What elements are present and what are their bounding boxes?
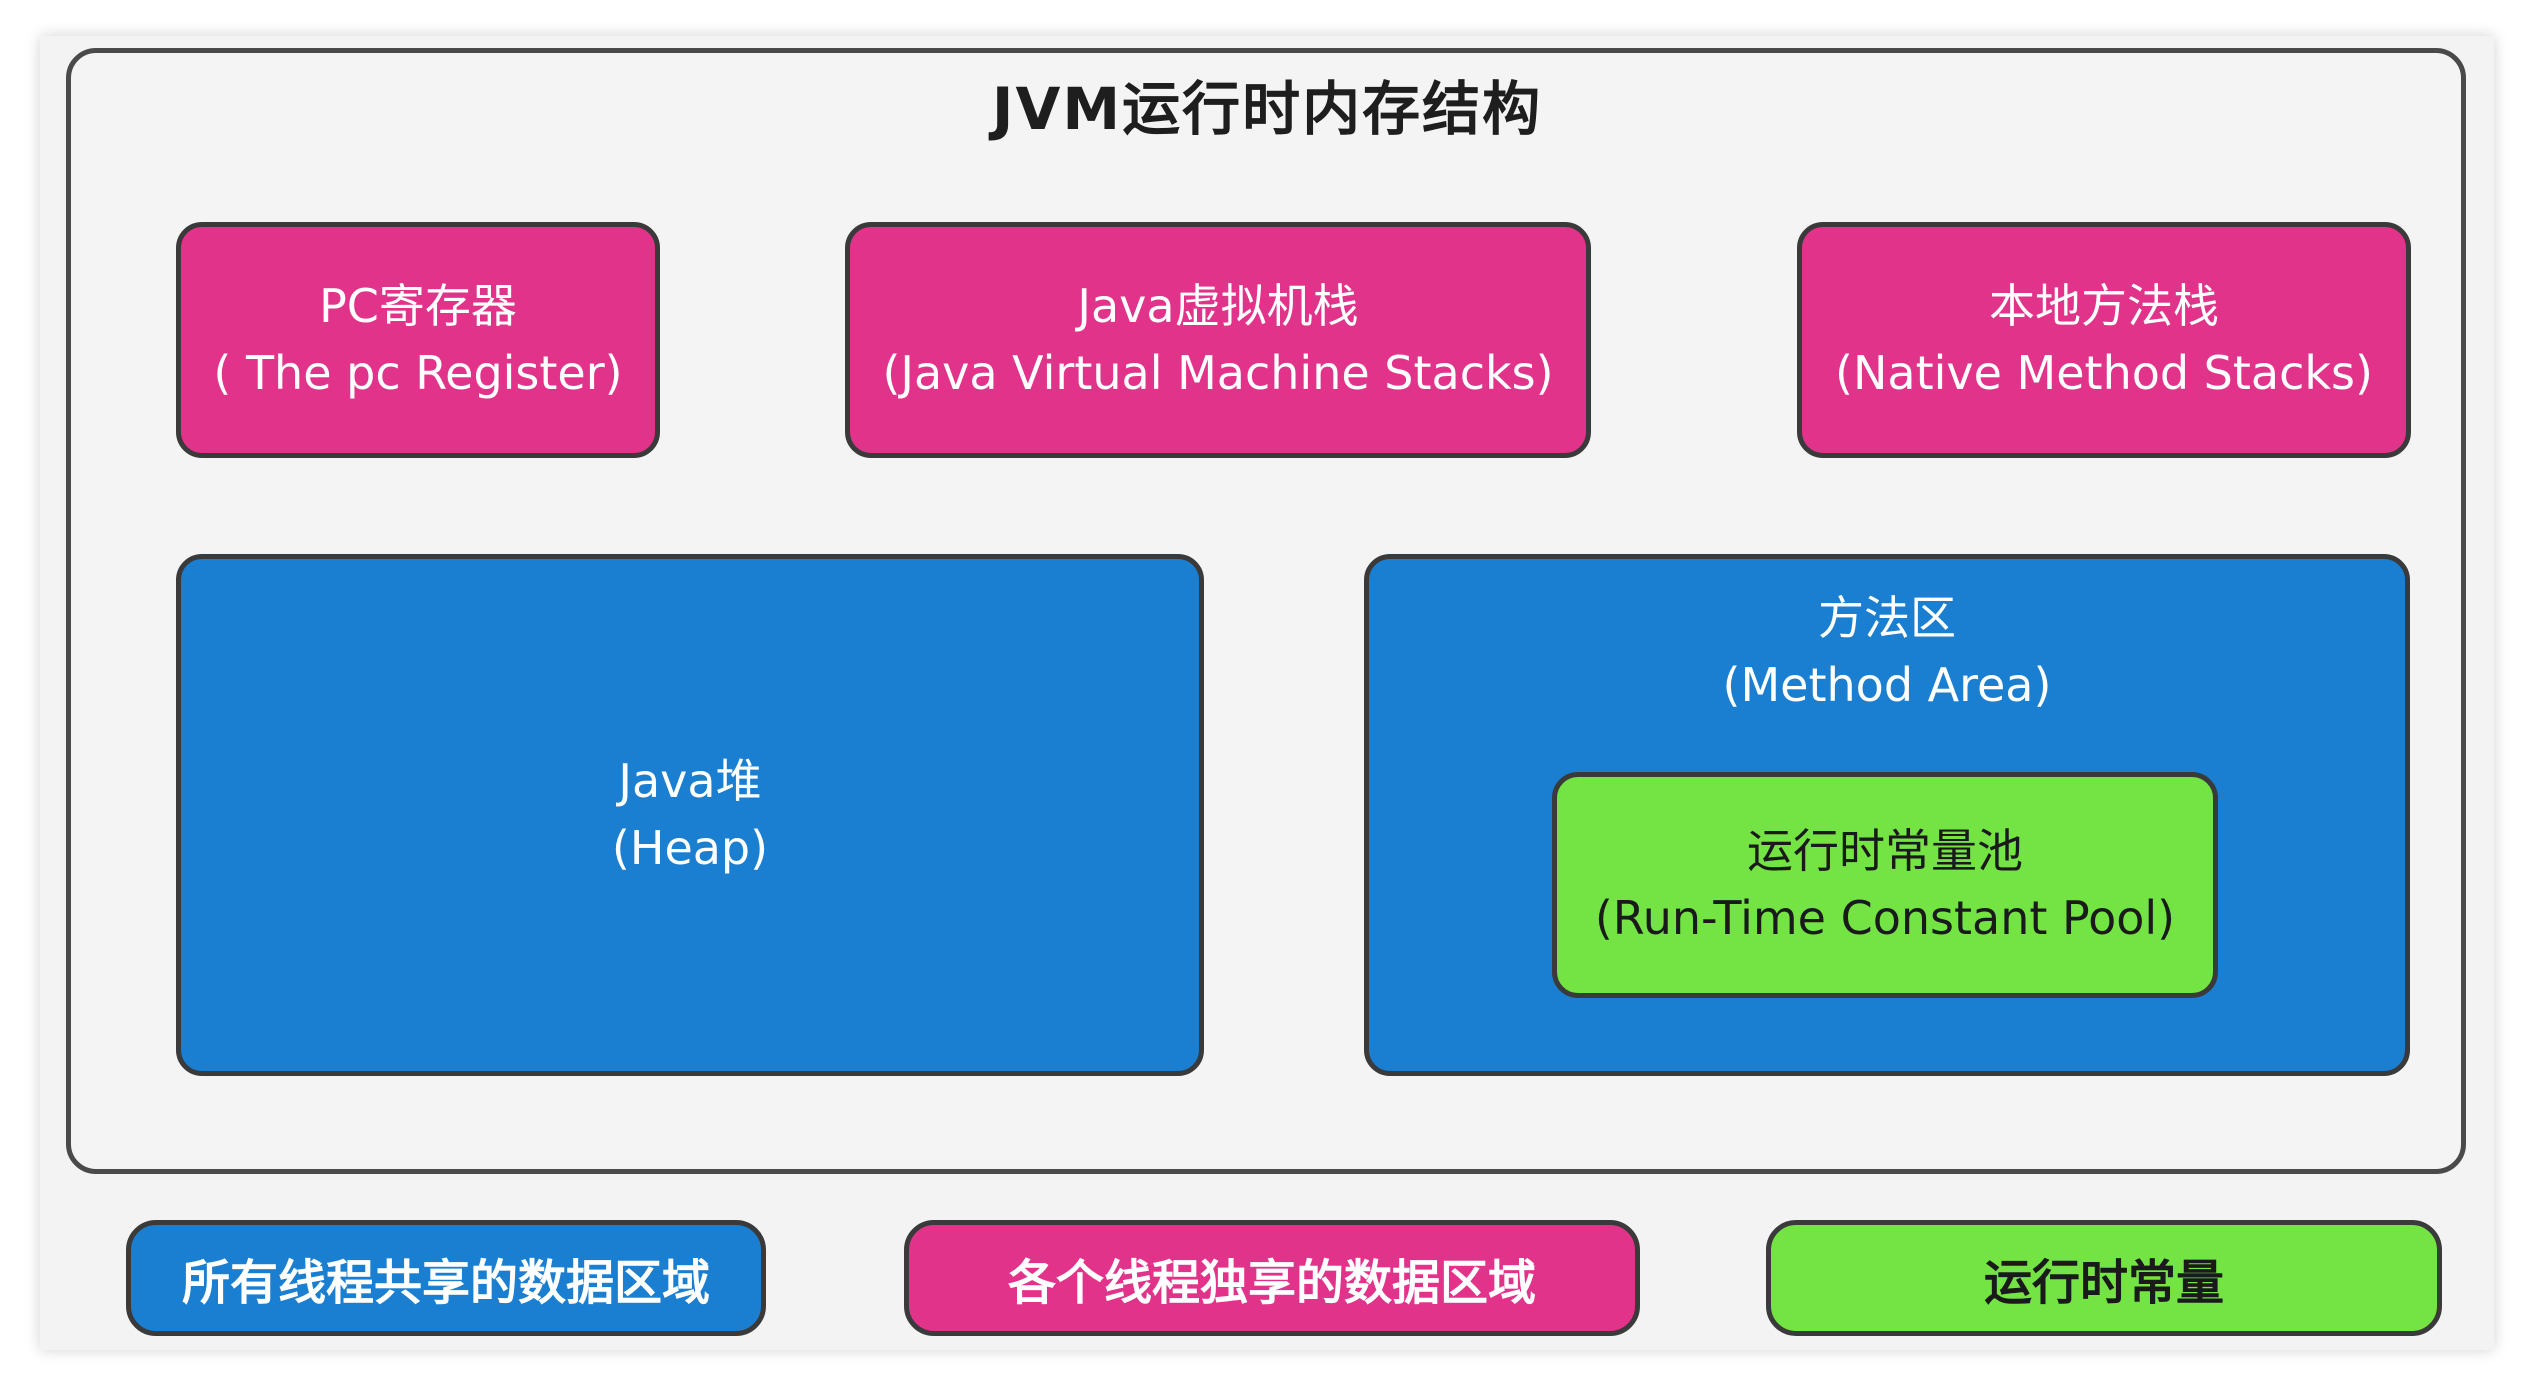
- method-area-label-zh: 方法区: [1818, 591, 1956, 645]
- native-method-stacks-label-en: (Native Method Stacks): [1835, 346, 2373, 400]
- pc-register-label-zh: PC寄存器: [319, 279, 517, 334]
- pc-register-box: PC寄存器 ( The pc Register): [176, 222, 660, 458]
- java-vm-stacks-label-zh: Java虚拟机栈: [1077, 279, 1359, 334]
- java-vm-stacks-box: Java虚拟机栈 (Java Virtual Machine Stacks): [845, 222, 1591, 458]
- native-method-stacks-box: 本地方法栈 (Native Method Stacks): [1797, 222, 2411, 458]
- page: JVM运行时内存结构 PC寄存器 ( The pc Register) Java…: [0, 0, 2534, 1386]
- pc-register-label-en: ( The pc Register): [213, 346, 623, 400]
- heap-label-en: (Heap): [611, 821, 769, 875]
- heap-box: Java堆 (Heap): [176, 554, 1204, 1076]
- runtime-constant-pool-box: 运行时常量池 (Run-Time Constant Pool): [1552, 772, 2218, 998]
- heap-label-zh: Java堆: [618, 754, 762, 809]
- java-vm-stacks-label-en: (Java Virtual Machine Stacks): [882, 346, 1554, 400]
- runtime-constant-pool-label-zh: 运行时常量池: [1747, 824, 2023, 879]
- native-method-stacks-label-zh: 本地方法栈: [1989, 279, 2219, 334]
- legend-runtime-constant: 运行时常量: [1766, 1220, 2442, 1336]
- diagram-title: JVM运行时内存结构: [991, 75, 1543, 143]
- runtime-constant-pool-label-en: (Run-Time Constant Pool): [1594, 891, 2176, 945]
- method-area-label-en: (Method Area): [1722, 657, 2052, 712]
- legend-per-thread-area: 各个线程独享的数据区域: [904, 1220, 1640, 1336]
- legend-shared-area: 所有线程共享的数据区域: [126, 1220, 766, 1336]
